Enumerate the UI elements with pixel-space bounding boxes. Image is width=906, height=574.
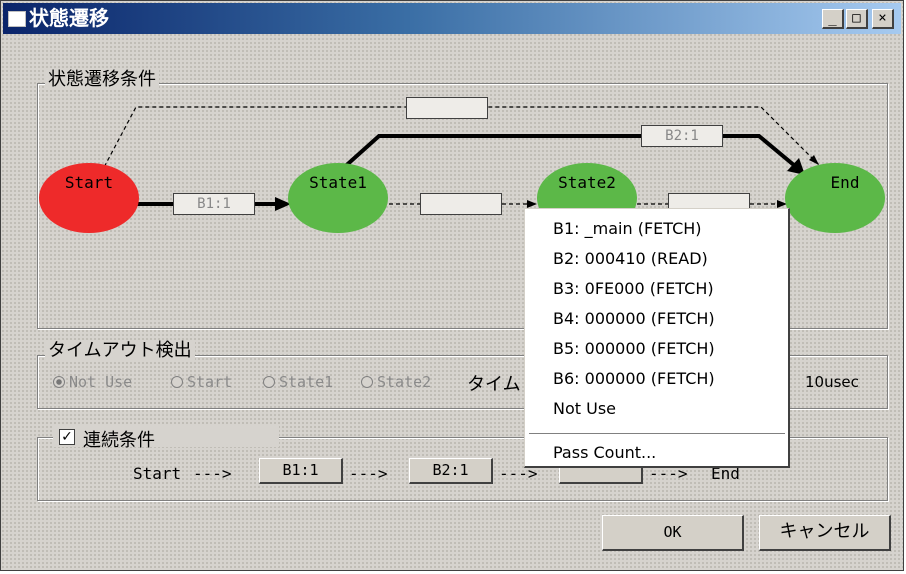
cancel-button[interactable]: キャンセル	[759, 515, 891, 551]
radio-not-use[interactable]	[53, 376, 65, 388]
state-end-label: End	[830, 173, 860, 192]
option-start-label: Start	[187, 373, 233, 391]
menu-item-pass-count[interactable]: Pass Count...	[553, 443, 656, 463]
timeout-option-start[interactable]: Start	[171, 373, 232, 391]
condition-start-state1[interactable]: B1:1	[173, 193, 255, 215]
menu-item-b1[interactable]: B1: _main (FETCH)	[553, 219, 702, 239]
condition-state1-end[interactable]: B2:1	[641, 125, 723, 147]
state-start-label: Start	[64, 173, 114, 192]
sequence-arrow-1: --->	[193, 464, 232, 483]
option-state1-label: State1	[279, 373, 334, 391]
sequence-label: 連続条件	[83, 430, 155, 451]
sequence-start-text: Start	[133, 464, 182, 483]
timeout-group-label: タイムアウト検出	[45, 341, 195, 361]
menu-item-b6[interactable]: B6: 000000 (FETCH)	[553, 369, 715, 389]
timeout-time-value: 10usec	[805, 373, 859, 391]
menu-item-not-use[interactable]: Not Use	[553, 399, 616, 419]
timeout-option-state2[interactable]: State2	[361, 373, 431, 391]
sequence-b2-button[interactable]: B2:1	[409, 458, 493, 484]
condition-start-end[interactable]	[406, 97, 488, 119]
menu-item-b4[interactable]: B4: 000000 (FETCH)	[553, 309, 715, 329]
menu-separator	[529, 433, 785, 435]
start-end-arrowhead	[809, 155, 819, 165]
radio-state2[interactable]	[361, 376, 373, 388]
timeout-option-state1[interactable]: State1	[263, 373, 333, 391]
menu-item-b5[interactable]: B5: 000000 (FETCH)	[553, 339, 715, 359]
timeout-option-not-use[interactable]: Not Use	[53, 373, 132, 391]
option-state2-label: State2	[377, 373, 432, 391]
option-not-use-label: Not Use	[69, 373, 133, 391]
state-state1-label: State1	[309, 173, 367, 192]
ok-button[interactable]: OK	[602, 515, 744, 551]
sequence-arrow-2: --->	[349, 464, 388, 483]
menu-item-b3[interactable]: B3: 0FE000 (FETCH)	[553, 279, 714, 299]
state1-state2-arrowhead	[527, 200, 537, 208]
menu-item-b2[interactable]: B2: 000410 (READ)	[553, 249, 708, 269]
state-state2-label: State2	[558, 173, 616, 192]
state-transition-dialog: 状態遷移 _ □ × 状態遷移条件 Start State1 State2 En…	[0, 0, 904, 571]
timeout-time-label: タイム	[467, 374, 521, 395]
radio-state1[interactable]	[263, 376, 275, 388]
condition-state1-state2[interactable]	[420, 193, 502, 215]
radio-start[interactable]	[171, 376, 183, 388]
condition-context-menu: B1: _main (FETCH) B2: 000410 (READ) B3: …	[524, 208, 790, 468]
sequence-b1-button[interactable]: B1:1	[259, 458, 343, 484]
sequence-checkbox[interactable]: ✓	[59, 429, 75, 445]
